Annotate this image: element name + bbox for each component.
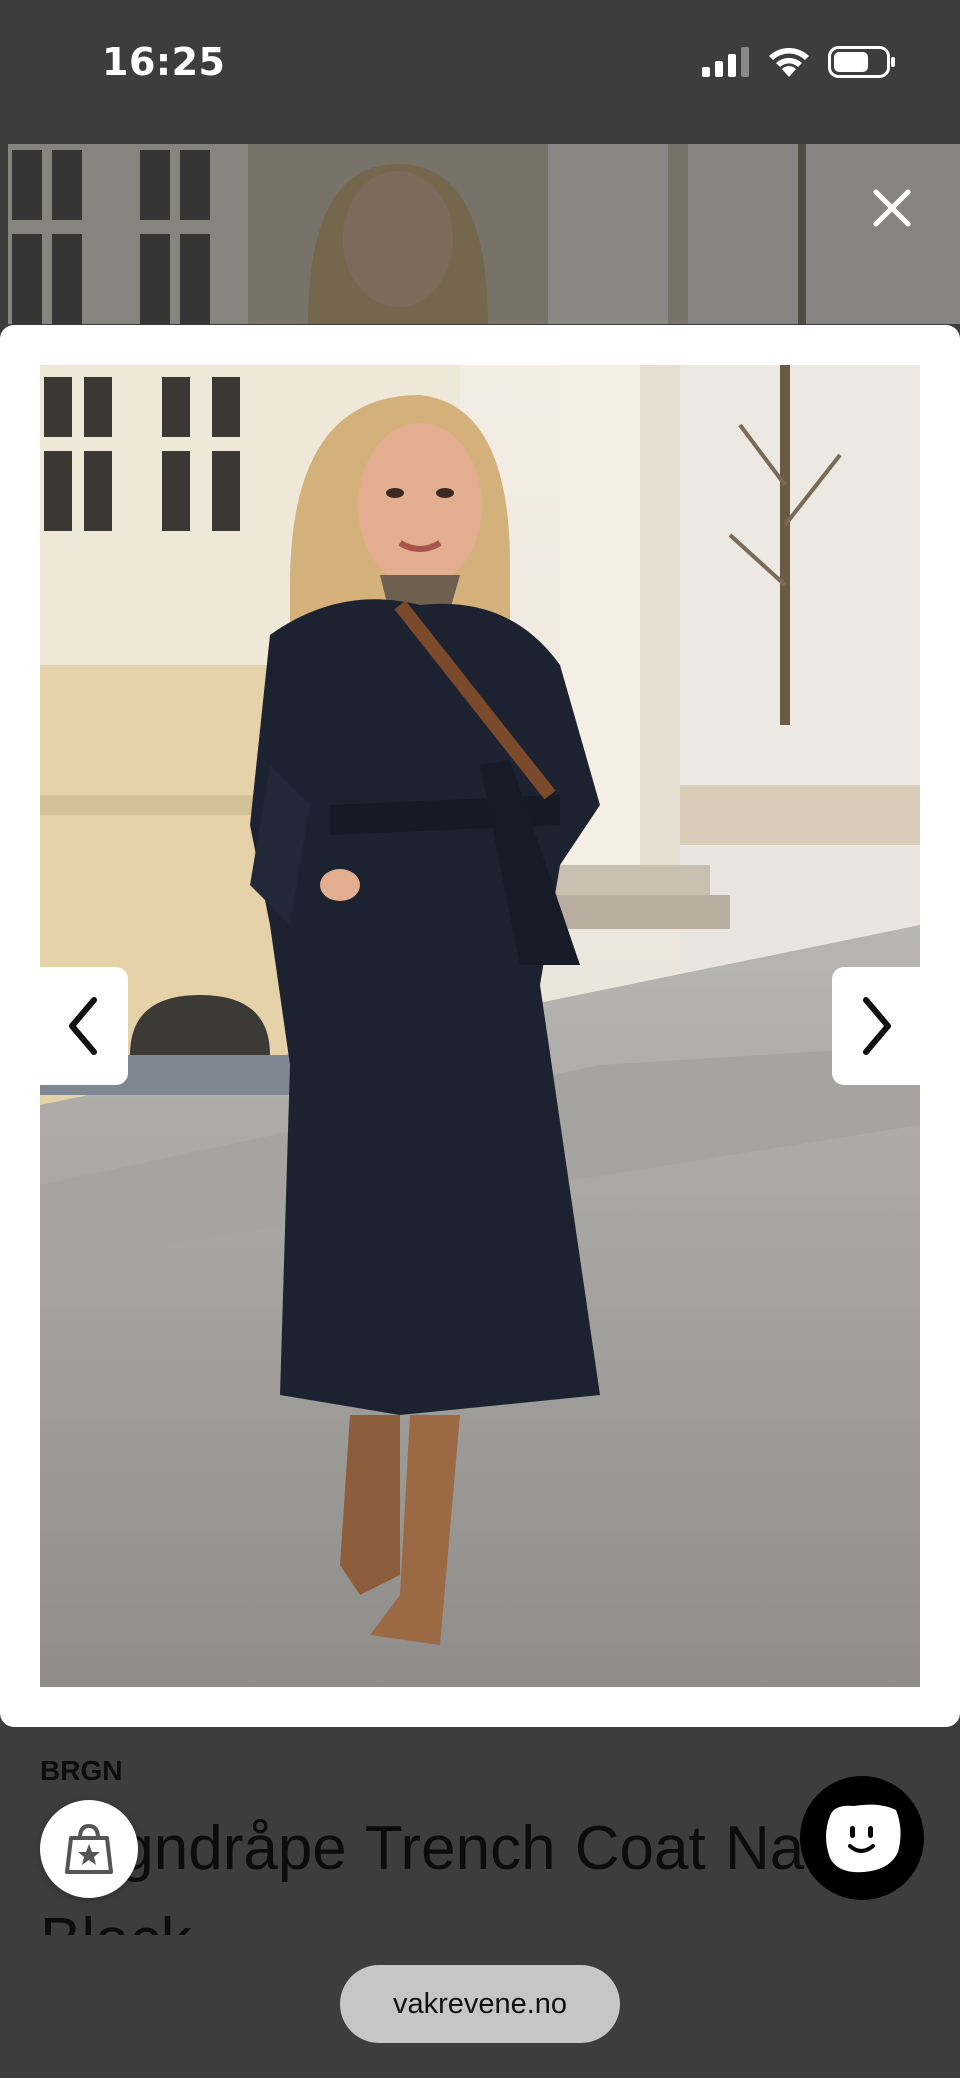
wifi-icon <box>769 48 809 77</box>
url-pill[interactable]: vakrevene.no <box>340 1965 620 2043</box>
next-image-button[interactable] <box>832 967 920 1085</box>
smiley-chat-icon <box>826 1804 901 1873</box>
close-button[interactable] <box>864 180 920 236</box>
background-product-photo <box>8 144 960 324</box>
product-photo <box>40 365 920 1687</box>
battery-icon <box>828 46 895 78</box>
previous-image-button[interactable] <box>40 967 128 1085</box>
product-brand: BRGN <box>40 1755 123 1786</box>
cellular-signal-icon <box>702 47 749 77</box>
chevron-right-icon <box>863 997 891 1055</box>
close-icon <box>873 189 911 227</box>
status-bar: 16:25 <box>0 0 960 128</box>
wishlist-button[interactable] <box>40 1800 138 1898</box>
browser-bottom-bar: vakrevene.no <box>0 1935 960 2078</box>
shopping-bag-star-icon <box>65 1823 113 1874</box>
chevron-left-icon <box>69 997 97 1055</box>
chat-button[interactable] <box>800 1776 924 1900</box>
image-lightbox <box>0 325 960 1727</box>
status-time: 16:25 <box>102 40 226 84</box>
status-icons <box>702 46 896 78</box>
